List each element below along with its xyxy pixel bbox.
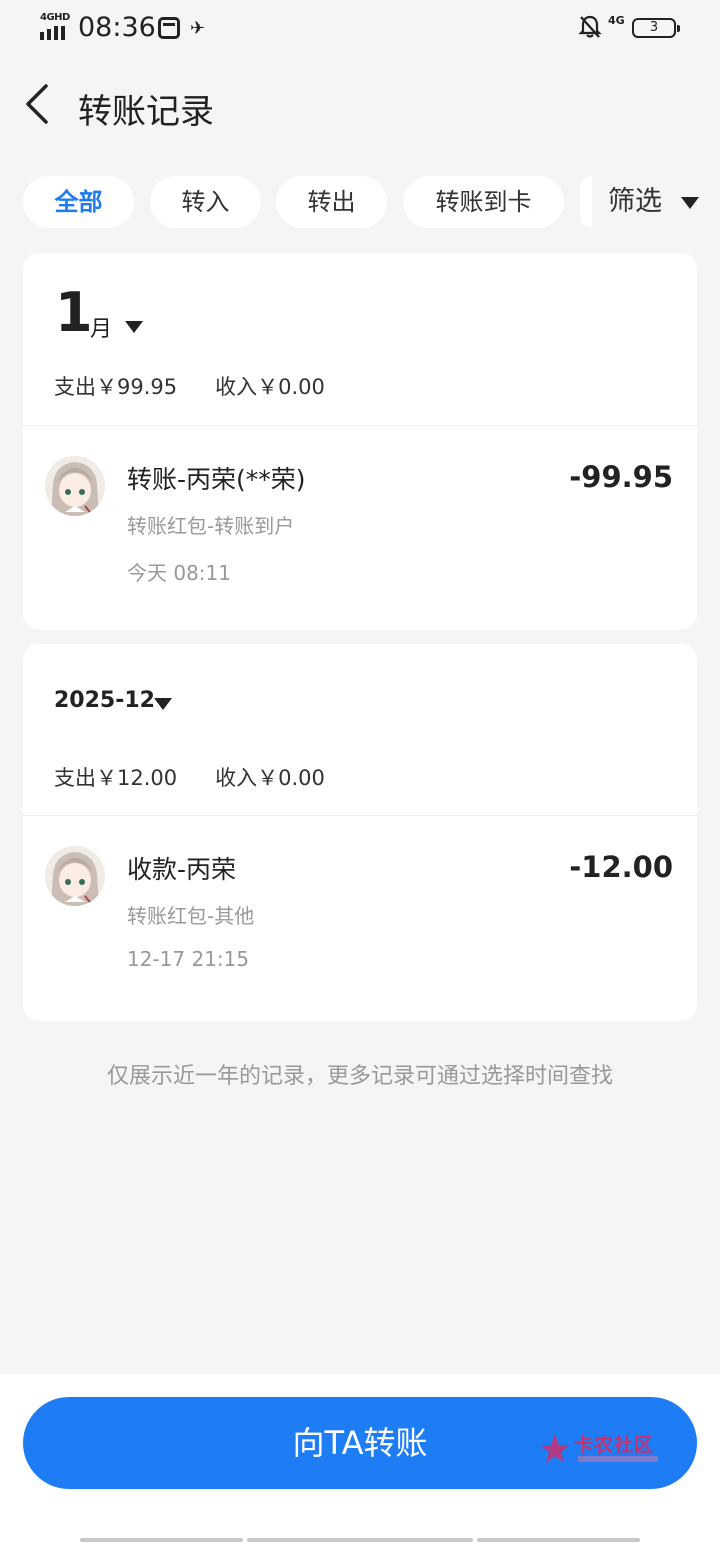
- record-item[interactable]: 转账-丙荣(**荣) -99.95 转账红包-转账到户 今天 08:11: [23, 426, 697, 616]
- filter-button[interactable]: 筛选: [608, 176, 699, 228]
- record-amount: -99.95: [569, 460, 673, 494]
- record-amount: -12.00: [569, 850, 673, 884]
- record-title: 转账-丙荣(**荣): [127, 465, 306, 494]
- watermark-logo: 卡农社区: [538, 1430, 662, 1470]
- header: 转账记录: [0, 64, 720, 148]
- month-group-card: 2025-12 支出￥12.00 收入￥0.00 收款-丙荣 -12.00 转账…: [23, 644, 697, 1021]
- income-total: 收入￥0.00: [215, 375, 325, 399]
- tab-overflow-edge: [580, 176, 592, 228]
- network-type-label: 4GHD: [40, 12, 70, 23]
- back-arrow-icon[interactable]: [22, 82, 58, 126]
- bottom-action-bar: 向TA转账 卡农社区: [0, 1374, 720, 1544]
- signal-icon: 4GHD: [40, 12, 70, 40]
- avatar: [45, 846, 105, 906]
- record-title: 收款-丙荣: [127, 855, 237, 884]
- status-bar: 4GHD 08:36 ✈ 4G 3: [0, 0, 720, 56]
- notification-bird-icon: ✈: [190, 18, 206, 39]
- watermark-star-icon: [540, 1434, 570, 1463]
- filter-area: 筛选: [580, 176, 720, 228]
- tab-outgoing[interactable]: 转出: [276, 176, 387, 228]
- mute-bell-icon: [578, 15, 602, 38]
- record-subtitle: 转账红包-转账到户: [127, 514, 295, 538]
- month-picker-icon[interactable]: [154, 698, 172, 710]
- filter-label: 筛选: [608, 186, 662, 217]
- month-picker-icon[interactable]: [125, 321, 143, 333]
- income-total: 收入￥0.00: [215, 766, 325, 790]
- avatar: [45, 456, 105, 516]
- status-time: 08:36: [78, 12, 156, 43]
- month-label: 2025-12: [54, 688, 155, 713]
- transfer-records-screen: 4GHD 08:36 ✈ 4G 3 转账记录 全部 转入 转出 转账到卡 筛选 …: [0, 0, 720, 1544]
- nav-bar-segment: [247, 1538, 473, 1542]
- record-time: 今天 08:11: [127, 561, 231, 585]
- month-summary: 支出￥99.95 收入￥0.00: [54, 371, 325, 401]
- month-unit: 月: [90, 317, 113, 342]
- history-notice: 仅展示近一年的记录，更多记录可通过选择时间查找: [106, 1064, 613, 1089]
- watermark-text: 卡农社区: [574, 1434, 655, 1456]
- tab-all[interactable]: 全部: [23, 176, 134, 228]
- battery-icon: 3: [632, 18, 680, 38]
- tab-incoming[interactable]: 转入: [150, 176, 261, 228]
- expense-total: 支出￥99.95: [54, 375, 178, 399]
- record-time: 12-17 21:15: [127, 947, 250, 971]
- record-item[interactable]: 收款-丙荣 -12.00 转账红包-其他 12-17 21:15: [23, 816, 697, 1006]
- mobile-data-label: 4G: [608, 14, 625, 27]
- record-subtitle: 转账红包-其他: [127, 904, 255, 928]
- filter-dropdown-icon: [680, 196, 699, 209]
- month-group-card: 1 月 支出￥99.95 收入￥0.00 转账-丙荣(**荣) -99.95 转…: [23, 253, 697, 630]
- nav-bar-segment: [477, 1538, 640, 1542]
- filter-tabs: 全部 转入 转出 转账到卡 筛选: [0, 176, 720, 230]
- tab-to-card[interactable]: 转账到卡: [403, 176, 564, 228]
- notification-app-icon: [158, 17, 180, 39]
- page-title: 转账记录: [78, 92, 214, 132]
- nav-bar-segment: [80, 1538, 243, 1542]
- month-summary: 支出￥12.00 收入￥0.00: [54, 762, 325, 792]
- month-number: 1: [55, 281, 93, 344]
- expense-total: 支出￥12.00: [54, 766, 178, 790]
